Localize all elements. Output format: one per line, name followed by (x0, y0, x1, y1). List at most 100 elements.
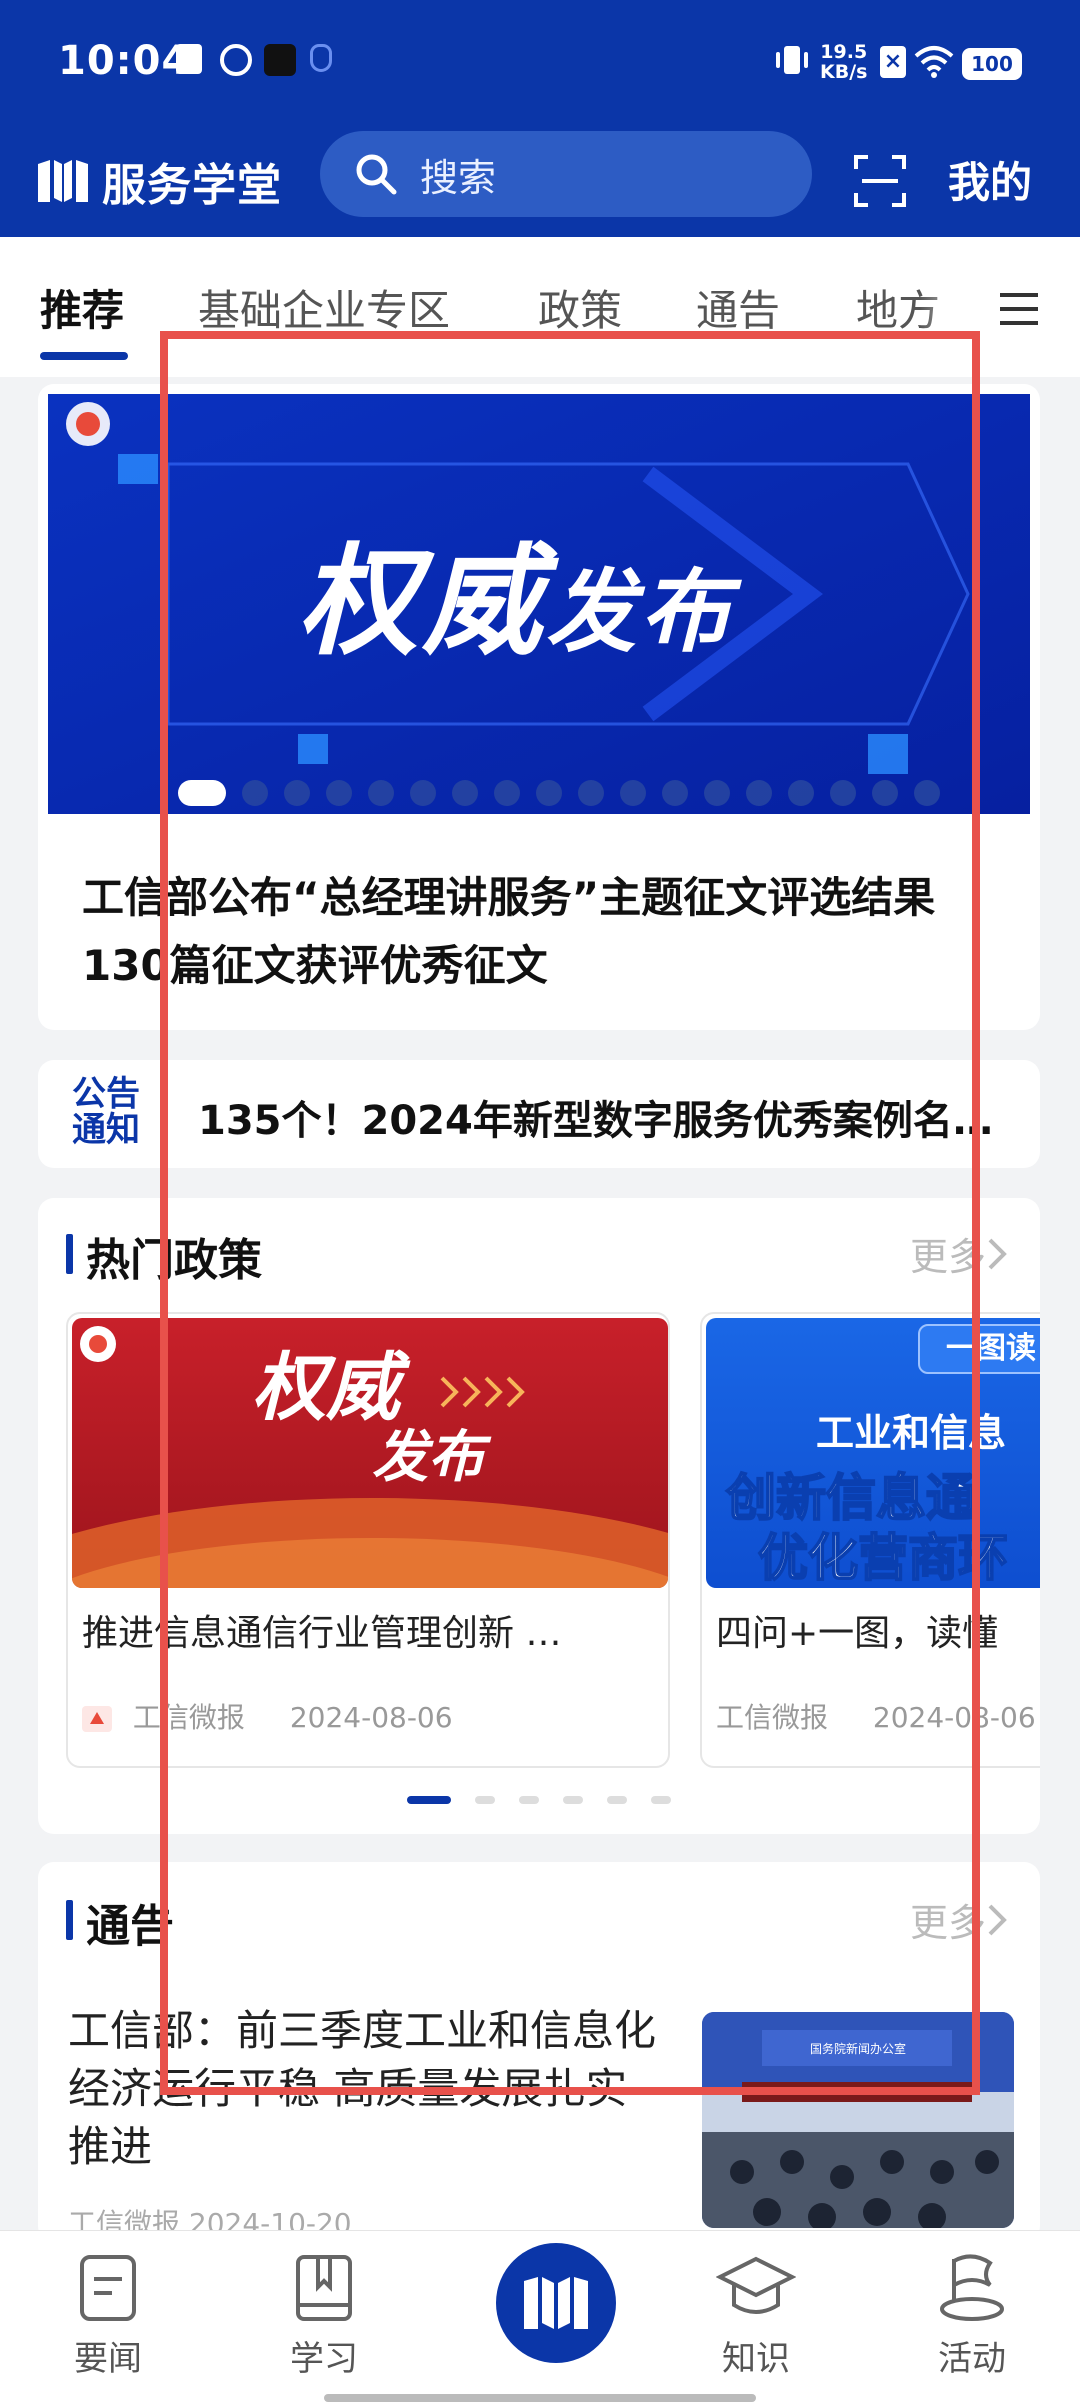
policy-page-dot[interactable] (407, 1796, 451, 1804)
banner-card[interactable]: 权威发布 工信部公布“总经理讲服务”主题征文评选结果 130篇征文获评优秀征文 (38, 384, 1040, 1030)
banner-dot[interactable] (704, 780, 730, 806)
banner-dot[interactable] (326, 780, 352, 806)
policy-card-meta: 工信微报 2024-08-06 (82, 1696, 453, 1736)
more-link[interactable]: 更多 (910, 1892, 1010, 1947)
nav-knowledge[interactable]: 知识 (696, 2253, 816, 2380)
banner-dot[interactable] (620, 780, 646, 806)
tab-policy[interactable]: 政策 (538, 277, 622, 338)
nav-activity[interactable]: 活动 (912, 2253, 1032, 2380)
search-bar[interactable]: 搜索 (320, 131, 812, 217)
section-title: 热门政策 (86, 1235, 262, 1286)
policy-image-line1: 工业和信息 (816, 1411, 1007, 1455)
banner-dot[interactable] (368, 780, 394, 806)
policy-card-image: 一图读 工业和信息 创新信息通 优化营商环 (706, 1318, 1040, 1588)
policy-page-dot[interactable] (607, 1796, 627, 1804)
status-bar: 10:04 19.5 KB/s × 100 (0, 0, 1080, 125)
policy-image-heading-line1: 权威 (252, 1345, 400, 1431)
menu-icon[interactable] (998, 289, 1040, 329)
top-bar: 10:04 19.5 KB/s × 100 服务学堂 搜索 我的 (0, 0, 1080, 237)
policy-card-title: 四问+一图，读懂 (716, 1613, 999, 1654)
banner-heading: 权威发布 (298, 504, 734, 678)
article-image[interactable]: 国务院新闻办公室 (702, 2012, 1014, 2228)
speed-unit: KB/s (820, 61, 868, 83)
shield-icon (310, 44, 332, 72)
tab-basic-enterprise[interactable]: 基础企业专区 (198, 277, 450, 338)
chevron-right-icon (988, 1238, 1007, 1269)
home-indicator (324, 2394, 756, 2402)
app-name: 服务学堂 (102, 160, 282, 211)
vibrate-icon (776, 46, 808, 74)
wifi-icon (914, 46, 954, 78)
chevron-right-icon (988, 1904, 1007, 1935)
search-placeholder: 搜索 (420, 155, 497, 200)
banner-dot[interactable] (830, 780, 856, 806)
policy-card-date: 2024-08-06 (872, 1701, 1036, 1734)
policy-page-dot[interactable] (563, 1796, 583, 1804)
policy-card-date: 2024-08-06 (289, 1701, 453, 1734)
banner-dot[interactable] (746, 780, 772, 806)
source-icon (82, 1706, 112, 1732)
banner-dot[interactable] (578, 780, 604, 806)
section-marker (66, 1234, 73, 1274)
more-label: 更多 (909, 1235, 986, 1279)
center-home-button[interactable] (496, 2243, 616, 2363)
more-link[interactable]: 更多 (910, 1226, 1010, 1281)
policy-pagination (38, 1796, 1040, 1804)
bottom-nav: 要闻 学习 知识 活动 (0, 2230, 1080, 2408)
graduation-cap-icon (716, 2256, 796, 2314)
tab-notice[interactable]: 通告 (696, 277, 780, 338)
nav-knowledge-label: 知识 (722, 2339, 790, 2379)
banner-dot[interactable] (178, 780, 226, 806)
notification-icon (176, 44, 202, 74)
status-time: 10:04 (58, 38, 191, 84)
notice-tag-line2: 通知 (72, 1110, 140, 1150)
policy-page-dot[interactable] (475, 1796, 495, 1804)
banner-image[interactable]: 权威发布 (48, 394, 1030, 814)
banner-dot[interactable] (410, 780, 436, 806)
banner-dot[interactable] (536, 780, 562, 806)
more-label: 更多 (909, 1901, 986, 1945)
banner-dot[interactable] (284, 780, 310, 806)
nav-study-label: 学习 (290, 2339, 358, 2379)
policy-card-source: 工信微报 (716, 1701, 829, 1734)
article-title[interactable]: 工信部：前三季度工业和信息化经济运行平稳 高质量发展扎实推进 (68, 2002, 668, 2176)
app-logo[interactable]: 服务学堂 (34, 149, 282, 213)
network-speed: 19.5 KB/s (820, 42, 867, 82)
image-caption: 国务院新闻办公室 (809, 2042, 906, 2056)
policy-image-line3: 优化营商环 (757, 1528, 1009, 1588)
notice-tag: 公告 通知 (66, 1076, 146, 1152)
mine-button[interactable]: 我的 (948, 149, 1032, 210)
book-icon (296, 2255, 352, 2321)
app-icon (220, 44, 252, 76)
hot-policy-section: 热门政策 更多 权威 发布 推进信息通信行业管理创新 … 工信微报 2024-0… (38, 1198, 1040, 1834)
open-book-icon (524, 2277, 588, 2329)
banner-dot[interactable] (494, 780, 520, 806)
notice-bar[interactable]: 公告 通知 135个！2024年新型数字服务优秀案例名… (38, 1060, 1040, 1168)
speed-value: 19.5 (820, 41, 868, 63)
banner-dot[interactable] (914, 780, 940, 806)
policy-page-dot[interactable] (651, 1796, 671, 1804)
nav-news-label: 要闻 (74, 2339, 142, 2379)
banner-dot[interactable] (242, 780, 268, 806)
tab-recommend[interactable]: 推荐 (40, 277, 124, 338)
banner-dot[interactable] (452, 780, 478, 806)
banner-dot[interactable] (872, 780, 898, 806)
nav-study[interactable]: 学习 (264, 2253, 384, 2380)
banner-dot[interactable] (662, 780, 688, 806)
nav-news[interactable]: 要闻 (48, 2253, 168, 2380)
tiktok-icon (264, 44, 296, 76)
banner-heading-part1: 权威 (298, 533, 546, 672)
policy-image-heading: 权威 发布 (252, 1348, 484, 1488)
policy-card-source: 工信微报 (132, 1701, 245, 1734)
nav-bar: 服务学堂 搜索 我的 (0, 125, 1080, 237)
policy-card[interactable]: 权威 发布 推进信息通信行业管理创新 … 工信微报 2024-08-06 (66, 1312, 670, 1768)
notice-section: 通告 更多 工信部：前三季度工业和信息化经济运行平稳 高质量发展扎实推进 国务院… (38, 1862, 1040, 2242)
policy-card[interactable]: 一图读 工业和信息 创新信息通 优化营商环 四问+一图，读懂 工信微报 2024… (700, 1312, 1040, 1768)
app-screen: 10:04 19.5 KB/s × 100 服务学堂 搜索 我的 推荐 基础企业… (0, 0, 1080, 2408)
section-marker (66, 1900, 73, 1940)
notice-text[interactable]: 135个！2024年新型数字服务优秀案例名… (198, 1088, 1018, 1146)
policy-page-dot[interactable] (519, 1796, 539, 1804)
scan-icon[interactable] (852, 153, 908, 209)
banner-title[interactable]: 工信部公布“总经理讲服务”主题征文评选结果 130篇征文获评优秀征文 (82, 864, 1022, 1000)
banner-dot[interactable] (788, 780, 814, 806)
